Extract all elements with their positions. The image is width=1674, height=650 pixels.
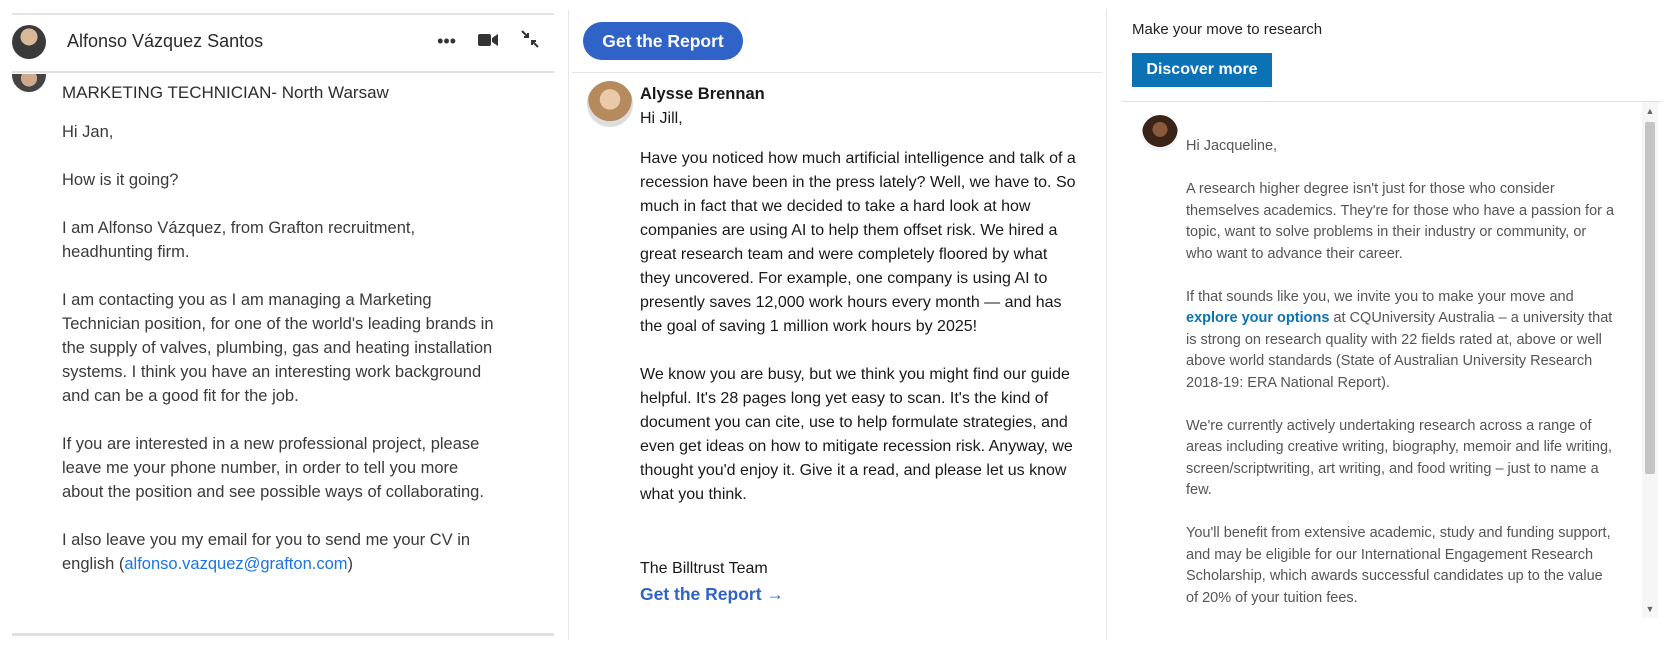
panel-divider bbox=[1106, 10, 1107, 640]
sender-name[interactable]: Alfonso Vázquez Santos bbox=[67, 31, 263, 52]
scrollbar[interactable]: ▲ ▼ bbox=[1642, 102, 1658, 618]
message-body: Hi Jacqueline, A research higher degree … bbox=[1186, 136, 1616, 631]
university-message-panel: Make your move to research Discover more… bbox=[1110, 0, 1674, 650]
message-subject: MARKETING TECHNICIAN- North Warsaw bbox=[62, 83, 389, 102]
paragraph: A research higher degree isn't just for … bbox=[1186, 181, 1615, 262]
sender-avatar[interactable] bbox=[1142, 115, 1178, 151]
paragraph: I am contacting you as I am managing a M… bbox=[62, 291, 494, 405]
paragraph: How is it going? bbox=[62, 171, 179, 189]
scroll-down-arrow-icon[interactable]: ▼ bbox=[1642, 602, 1658, 616]
get-report-button[interactable]: Get the Report bbox=[583, 22, 743, 60]
more-icon[interactable]: ••• bbox=[437, 31, 456, 51]
scrollbar-thumb[interactable] bbox=[1645, 122, 1655, 474]
paragraph-text: ) bbox=[347, 555, 354, 573]
paragraph-text: If that sounds like you, we invite you t… bbox=[1186, 288, 1574, 305]
sender-name[interactable]: Alysse Brennan bbox=[640, 85, 765, 104]
paragraph: I am Alfonso Vázquez, from Grafton recru… bbox=[62, 219, 416, 261]
paragraph: Have you noticed how much artificial int… bbox=[640, 150, 1076, 335]
promo-headline: Make your move to research bbox=[1132, 21, 1323, 38]
greeting: Hi Jill, bbox=[640, 110, 683, 127]
conversation-header: Alfonso Vázquez Santos ••• bbox=[12, 15, 554, 71]
sender-avatar[interactable] bbox=[587, 81, 633, 127]
header-divider bbox=[1122, 101, 1662, 102]
collapse-icon[interactable] bbox=[520, 29, 540, 53]
paragraph: We know you are busy, but we think you m… bbox=[640, 366, 1073, 503]
bottom-divider bbox=[12, 633, 554, 636]
sender-avatar[interactable] bbox=[12, 25, 46, 59]
video-icon[interactable] bbox=[478, 31, 498, 51]
greeting: Hi Jan, bbox=[62, 123, 114, 141]
paragraph: If you are interested in a new professio… bbox=[62, 435, 484, 501]
message-avatar bbox=[12, 74, 48, 92]
panel-divider bbox=[568, 10, 569, 640]
get-report-link[interactable]: Get the Report → bbox=[640, 584, 784, 605]
header-divider bbox=[572, 72, 1102, 73]
signature: The Billtrust Team bbox=[640, 560, 768, 577]
sponsored-message-panel: Get the Report Alysse Brennan Hi Jill, H… bbox=[572, 0, 1102, 650]
greeting: Hi Jacqueline, bbox=[1186, 138, 1278, 154]
message-body: Hi Jan, How is it going? I am Alfonso Vá… bbox=[62, 120, 502, 600]
paragraph: I also leave you my email for you to sen… bbox=[62, 528, 502, 576]
paragraph: You'll benefit from extensive academic, … bbox=[1186, 525, 1611, 606]
scroll-up-arrow-icon[interactable]: ▲ bbox=[1642, 104, 1658, 118]
message-body: Hi Jill, Have you noticed how much artif… bbox=[640, 107, 1080, 531]
paragraph: If that sounds like you, we invite you t… bbox=[1186, 287, 1616, 395]
discover-more-button[interactable]: Discover more bbox=[1132, 53, 1272, 87]
email-link[interactable]: alfonso.vazquez@grafton.com bbox=[124, 555, 347, 573]
header-actions: ••• bbox=[437, 29, 540, 53]
header-divider bbox=[12, 71, 554, 73]
paragraph: We're currently actively undertaking res… bbox=[1186, 417, 1613, 499]
recruiter-message-panel: Alfonso Vázquez Santos ••• MARKETING TEC… bbox=[0, 0, 565, 650]
explore-options-link[interactable]: explore your options bbox=[1186, 310, 1329, 326]
